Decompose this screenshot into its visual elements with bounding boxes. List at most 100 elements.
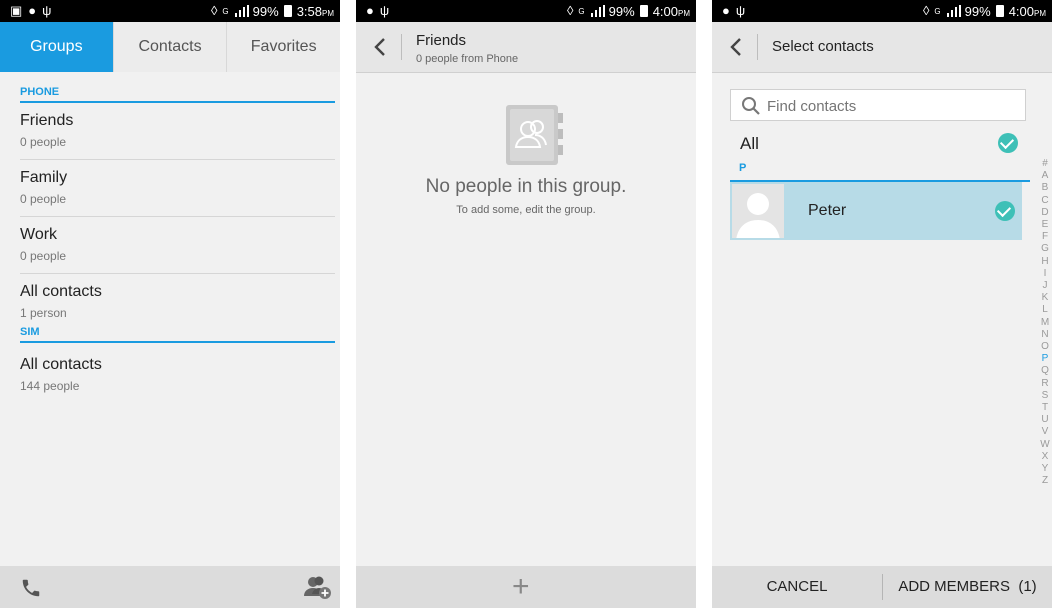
alphabet-index-letter[interactable]: Y xyxy=(1040,463,1050,475)
add-group-icon[interactable] xyxy=(304,574,332,600)
bottom-action-bar xyxy=(0,566,340,608)
network-type: G xyxy=(934,6,941,16)
alphabet-index-letter[interactable]: M xyxy=(1040,317,1050,329)
alphabet-index-letter[interactable]: K xyxy=(1040,292,1050,304)
group-item-work[interactable]: Work 0 people xyxy=(20,217,335,274)
alphabet-index-letter[interactable]: A xyxy=(1040,170,1050,182)
alphabet-index-letter[interactable]: G xyxy=(1040,243,1050,255)
group-name: Friends xyxy=(20,112,74,129)
vibrate-icon: ◊ xyxy=(922,3,930,18)
alphabet-index-letter[interactable]: Z xyxy=(1040,475,1050,487)
tab-contacts[interactable]: Contacts xyxy=(114,22,228,72)
message-icon: ▣ xyxy=(10,3,23,18)
search-box[interactable] xyxy=(730,89,1026,121)
network-type: G xyxy=(222,6,229,16)
contact-row-peter[interactable]: Peter xyxy=(730,182,1022,240)
empty-state-subtitle: To add some, edit the group. xyxy=(456,204,596,216)
alphabet-index-letter[interactable]: L xyxy=(1040,304,1050,316)
clock: 3:58PM xyxy=(296,3,334,19)
group-count: 0 people xyxy=(20,192,67,206)
alphabet-index-letter[interactable]: S xyxy=(1040,390,1050,402)
avatar xyxy=(732,184,784,238)
divider xyxy=(401,34,402,60)
alphabet-index[interactable]: # A B C D E F G H I J K L M N O P Q R S T U V W X Y Z xyxy=(1040,158,1050,487)
alphabet-index-letter[interactable]: E xyxy=(1040,219,1050,231)
bottom-button-bar: CANCEL ADD MEMBERS (1) xyxy=(712,566,1052,608)
select-all-checkbox[interactable] xyxy=(998,133,1018,153)
group-detail-screen: ● ψ ◊ G 99% 4:00PM Friends 0 people from… xyxy=(356,0,696,608)
group-count: 1 person xyxy=(20,306,67,320)
contact-name: Peter xyxy=(808,202,847,219)
phone-icon[interactable] xyxy=(20,577,42,599)
section-header-phone: PHONE xyxy=(20,86,335,103)
contact-checkbox[interactable] xyxy=(995,201,1015,221)
battery-percent: 99% xyxy=(252,3,279,19)
group-item-family[interactable]: Family 0 people xyxy=(20,160,335,217)
plus-icon[interactable]: + xyxy=(512,572,530,602)
group-name: All contacts xyxy=(20,356,102,373)
page-title: Select contacts xyxy=(772,38,874,55)
select-contacts-screen: ● ψ ◊ G 99% 4:00PM Select contacts All P… xyxy=(712,0,1052,608)
battery-icon xyxy=(639,5,648,17)
alphabet-index-letter[interactable]: W xyxy=(1040,439,1050,451)
cancel-button[interactable]: CANCEL xyxy=(712,566,882,608)
back-arrow-icon[interactable] xyxy=(726,36,748,58)
android-icon: ● xyxy=(366,3,374,18)
back-arrow-icon[interactable] xyxy=(370,36,392,58)
page-title: Friends xyxy=(416,32,467,49)
group-item-all-contacts-sim[interactable]: All contacts 144 people xyxy=(20,343,335,400)
bottom-action-bar: + xyxy=(356,566,696,608)
group-name: Family xyxy=(20,169,68,186)
alphabet-index-letter[interactable]: I xyxy=(1040,268,1050,280)
select-all-label: All xyxy=(740,134,759,153)
alphabet-index-letter[interactable]: U xyxy=(1040,414,1050,426)
group-item-friends[interactable]: Friends 0 people xyxy=(20,103,335,160)
search-input[interactable] xyxy=(765,94,1019,118)
section-header-p: P xyxy=(730,160,1030,182)
alphabet-index-letter[interactable]: V xyxy=(1040,426,1050,438)
group-name: Work xyxy=(20,226,58,243)
android-icon: ● xyxy=(722,3,730,18)
alphabet-index-letter[interactable]: J xyxy=(1040,280,1050,292)
alphabet-index-letter[interactable]: P xyxy=(1040,353,1050,365)
alphabet-index-letter[interactable]: C xyxy=(1040,195,1050,207)
alphabet-index-letter[interactable]: # xyxy=(1040,158,1050,170)
alphabet-index-letter[interactable]: R xyxy=(1040,378,1050,390)
tab-favorites[interactable]: Favorites xyxy=(227,22,340,72)
usb-icon: ψ xyxy=(42,3,52,18)
tab-groups[interactable]: Groups xyxy=(0,22,114,72)
status-bar: ● ψ ◊ G 99% 4:00PM xyxy=(712,0,1052,22)
alphabet-index-letter[interactable]: F xyxy=(1040,231,1050,243)
group-name: All contacts xyxy=(20,283,102,300)
alphabet-index-letter[interactable]: Q xyxy=(1040,365,1050,377)
contacts-book-icon xyxy=(506,105,563,165)
alphabet-index-letter[interactable]: N xyxy=(1040,329,1050,341)
alphabet-index-letter[interactable]: T xyxy=(1040,402,1050,414)
alphabet-index-letter[interactable]: B xyxy=(1040,182,1050,194)
battery-percent: 99% xyxy=(608,3,635,19)
app-header: Select contacts xyxy=(712,22,1052,73)
battery-icon xyxy=(283,5,292,17)
group-count: 144 people xyxy=(20,379,80,393)
status-bar: ● ψ ◊ G 99% 4:00PM xyxy=(356,0,696,22)
add-members-button[interactable]: ADD MEMBERS (1) xyxy=(883,566,1052,608)
battery-percent: 99% xyxy=(964,3,991,19)
group-count: 0 people xyxy=(20,135,67,149)
clock: 4:00PM xyxy=(652,3,690,19)
empty-state-title: No people in this group. xyxy=(425,176,627,197)
battery-icon xyxy=(995,5,1004,17)
alphabet-index-letter[interactable]: H xyxy=(1040,256,1050,268)
status-bar: ▣ ● ψ ◊ G 99% 3:58PM xyxy=(0,0,340,22)
signal-icon xyxy=(590,5,605,17)
usb-icon: ψ xyxy=(379,3,390,18)
select-all-row[interactable]: All xyxy=(730,128,1030,158)
alphabet-index-letter[interactable]: X xyxy=(1040,451,1050,463)
tab-bar: Groups Contacts Favorites xyxy=(0,22,340,72)
android-icon: ● xyxy=(28,3,37,18)
section-header-sim: SIM xyxy=(20,326,335,343)
alphabet-index-letter[interactable]: D xyxy=(1040,207,1050,219)
page-subtitle: 0 people from Phone xyxy=(416,53,519,65)
alphabet-index-letter[interactable]: O xyxy=(1040,341,1050,353)
group-item-all-contacts-phone[interactable]: All contacts 1 person xyxy=(20,274,335,326)
group-count: 0 people xyxy=(20,249,67,263)
